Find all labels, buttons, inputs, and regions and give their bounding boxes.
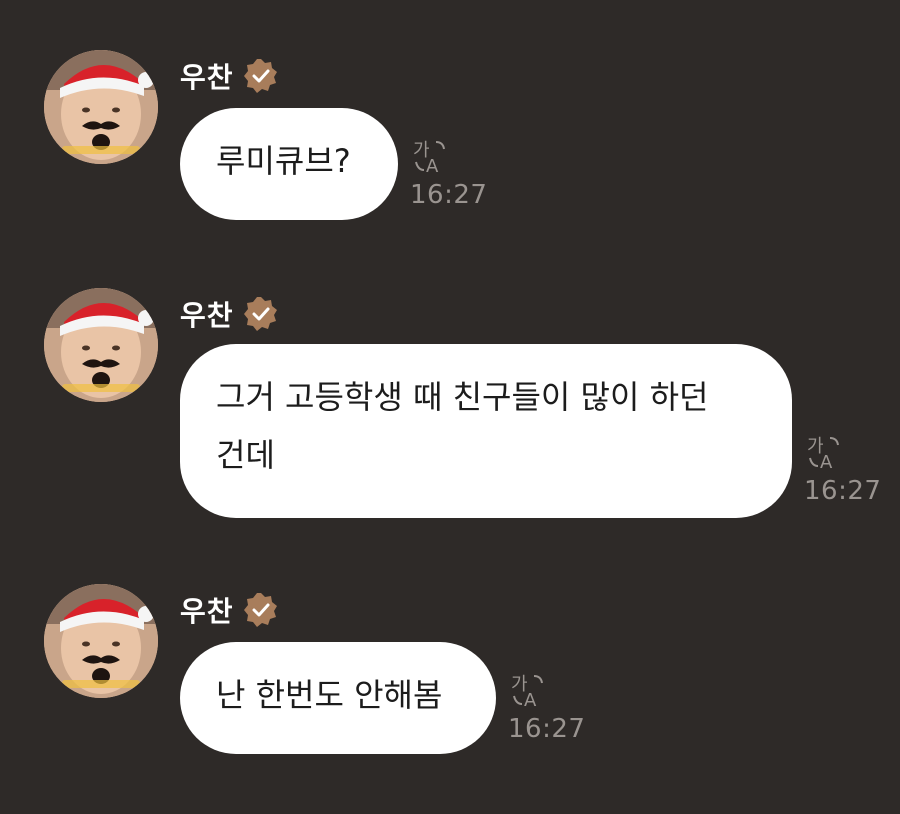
message-text: 루미큐브? — [216, 142, 351, 180]
svg-text:A: A — [426, 156, 439, 176]
svg-text:A: A — [820, 452, 833, 472]
message-bubble[interactable]: 그거 고등학생 때 친구들이 많이 하던 건데 — [180, 344, 792, 518]
sender-avatar[interactable] — [44, 584, 158, 698]
message-text: 그거 고등학생 때 친구들이 많이 하던 건데 — [216, 378, 709, 474]
sender-name-row: 우찬 — [180, 590, 280, 630]
sender-name-row: 우찬 — [180, 56, 280, 96]
message-time: 16:27 — [804, 476, 882, 506]
message-bubble[interactable]: 난 한번도 안해봄 — [180, 642, 496, 754]
message-text: 난 한번도 안해봄 — [216, 676, 443, 714]
verified-badge-icon — [242, 295, 280, 333]
message-meta: 가 A 16:27 — [804, 432, 881, 506]
message-time: 16:27 — [508, 714, 586, 744]
message-meta: 가 A 16:27 — [410, 136, 487, 210]
translate-icon[interactable]: 가 A — [410, 136, 450, 176]
sender-name-row: 우찬 — [180, 294, 280, 334]
verified-badge-icon — [242, 591, 280, 629]
sender-name: 우찬 — [180, 595, 234, 628]
message-time: 16:27 — [410, 180, 488, 210]
sender-name: 우찬 — [180, 61, 234, 94]
sender-avatar[interactable] — [44, 288, 158, 402]
chat-screen: 우찬 루미큐브? 가 A 16:27 우찬 그거 고등학생 때 친구들이 많이 … — [0, 0, 900, 814]
message-meta: 가 A 16:27 — [508, 670, 585, 744]
sender-name: 우찬 — [180, 299, 234, 332]
message-bubble[interactable]: 루미큐브? — [180, 108, 398, 220]
verified-badge-icon — [242, 57, 280, 95]
translate-icon[interactable]: 가 A — [804, 432, 844, 472]
translate-icon[interactable]: 가 A — [508, 670, 548, 710]
svg-text:A: A — [524, 690, 537, 710]
sender-avatar[interactable] — [44, 50, 158, 164]
